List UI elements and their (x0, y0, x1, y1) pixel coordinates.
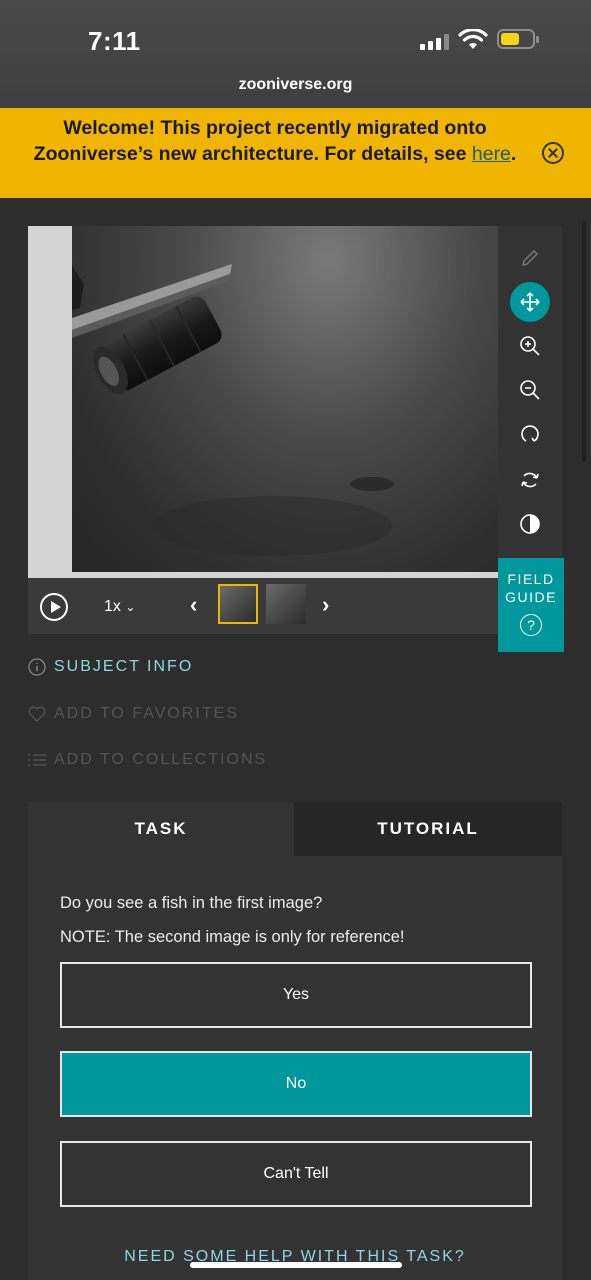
heart-icon (28, 705, 46, 723)
subject-image-frame (28, 226, 498, 578)
answer-yes-button[interactable]: Yes (60, 962, 532, 1028)
add-to-collections-link[interactable]: ADD TO COLLECTIONS (28, 751, 267, 769)
next-frame-button[interactable]: › (322, 592, 329, 618)
tab-tutorial[interactable]: TUTORIAL (294, 802, 562, 856)
play-button[interactable] (40, 593, 68, 621)
wifi-icon (458, 29, 488, 49)
prev-frame-button[interactable]: ‹ (190, 592, 197, 618)
subject-viewer: FIELD GUIDE ? 1x ⌄ ‹ › (28, 226, 564, 652)
field-guide-button[interactable]: FIELD GUIDE ? (498, 558, 564, 652)
answer-cant-tell-button[interactable]: Can't Tell (60, 1141, 532, 1207)
speed-select[interactable]: 1x ⌄ (104, 598, 135, 616)
move-icon[interactable] (510, 282, 550, 322)
frame-thumbnail-1[interactable] (218, 584, 258, 624)
list-icon (28, 751, 46, 769)
tab-task[interactable]: TASK (28, 802, 294, 856)
info-icon (28, 658, 46, 676)
image-toolbar (498, 226, 562, 560)
zoom-in-icon[interactable] (510, 326, 550, 366)
task-note: NOTE: The second image is only for refer… (60, 928, 405, 946)
zoom-out-icon[interactable] (510, 370, 550, 410)
clock: 7:11 (88, 26, 141, 56)
pencil-icon[interactable] (510, 238, 550, 278)
home-indicator[interactable] (190, 1262, 402, 1268)
task-question: Do you see a fish in the first image? (60, 894, 323, 912)
migration-banner: Welcome! This project recently migrated … (0, 108, 591, 198)
help-icon: ? (520, 614, 542, 636)
scrollbar[interactable] (582, 222, 586, 462)
banner-link[interactable]: here (472, 143, 511, 165)
rotate-icon[interactable] (510, 414, 550, 454)
reset-icon[interactable] (510, 460, 550, 500)
status-bar: 7:11 zooniverse.org (0, 0, 591, 108)
battery-icon (497, 29, 539, 49)
task-panel: TASK TUTORIAL Do you see a fish in the f… (28, 802, 562, 1280)
signal-icon (420, 34, 450, 50)
subject-image[interactable] (72, 226, 498, 572)
frame-controls: 1x ⌄ ‹ › (28, 578, 498, 634)
subject-info-link[interactable]: SUBJECT INFO (28, 658, 193, 676)
frame-thumbnail-2[interactable] (266, 584, 306, 624)
close-icon[interactable] (542, 142, 564, 164)
banner-text: Welcome! This project recently migrated … (33, 117, 517, 165)
contrast-icon[interactable] (510, 504, 550, 544)
answer-no-button[interactable]: No (60, 1051, 532, 1117)
chevron-down-icon: ⌄ (125, 600, 136, 614)
add-to-favorites-link[interactable]: ADD TO FAVORITES (28, 705, 239, 723)
url-bar[interactable]: zooniverse.org (0, 76, 591, 94)
